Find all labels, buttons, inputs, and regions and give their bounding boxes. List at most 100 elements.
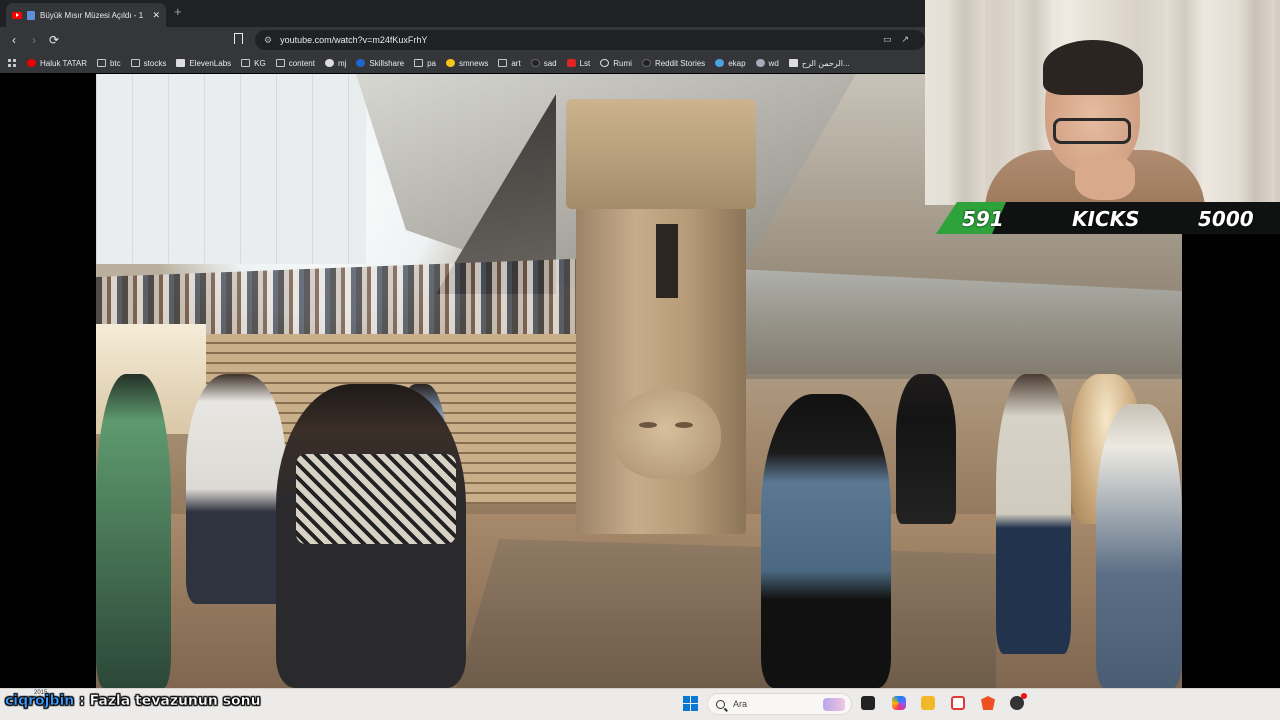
- apps-grid-icon: [8, 59, 17, 67]
- hathor-column-capital: [566, 99, 756, 209]
- new-tab-button[interactable]: +: [174, 4, 182, 19]
- reload-button[interactable]: ⟳: [44, 33, 64, 47]
- bookmark-item[interactable]: [8, 59, 17, 67]
- folder-icon: [96, 59, 106, 67]
- copilot-icon[interactable]: [892, 696, 906, 710]
- bird-icon: [715, 59, 725, 67]
- site-info-icon[interactable]: ⚙: [264, 35, 272, 46]
- github-icon: [324, 59, 334, 67]
- bookmark-item[interactable]: Rumi: [600, 59, 632, 68]
- bookmark-item[interactable]: smnews: [446, 59, 488, 68]
- bookmark-item[interactable]: Lst: [566, 58, 591, 68]
- bookmark-star-icon[interactable]: [234, 33, 243, 44]
- file-explorer-icon[interactable]: [921, 696, 935, 710]
- bookmark-item[interactable]: Skillshare: [356, 59, 404, 68]
- bookmark-label: Haluk TATAR: [40, 58, 87, 68]
- bookmark-item[interactable]: btc: [96, 58, 121, 68]
- bookmark-item[interactable]: wd: [755, 59, 779, 68]
- hathor-face: [611, 389, 721, 479]
- bookmark-label: pa: [427, 58, 436, 68]
- streamer-hand: [1075, 155, 1135, 200]
- visitor: [761, 394, 891, 688]
- folder-icon: [498, 59, 508, 67]
- bookmark-label: ElevenLabs: [189, 58, 232, 68]
- bookmark-label: Lst: [579, 58, 591, 68]
- youtube-icon: [27, 59, 36, 67]
- curtain-fold: [1235, 0, 1275, 205]
- forward-button[interactable]: ›: [24, 33, 44, 47]
- wd-icon: [755, 59, 765, 67]
- task-view-icon[interactable]: [861, 696, 875, 710]
- search-highlight-icon: [823, 698, 845, 711]
- smiley-icon: [446, 59, 455, 67]
- folder-icon: [130, 59, 140, 67]
- elevenlabs-icon: [176, 59, 186, 67]
- back-button[interactable]: ‹: [4, 33, 24, 47]
- bookmark-label: art: [511, 58, 521, 68]
- bookmark-label: Skillshare: [369, 58, 405, 68]
- youtube-icon: [12, 11, 22, 19]
- bookmark-label: sad: [543, 58, 557, 68]
- bookmark-item[interactable]: sad: [530, 58, 557, 68]
- slash-icon: [530, 59, 540, 67]
- obs-icon[interactable]: [1010, 693, 1027, 710]
- taskbar-search[interactable]: Ara: [707, 693, 852, 715]
- streamer-glasses: [1053, 118, 1131, 144]
- page-icon: [788, 59, 798, 67]
- globe-icon: [600, 59, 610, 67]
- folder-icon: [241, 59, 251, 67]
- column-niche: [656, 224, 678, 298]
- snipping-tool-icon[interactable]: [951, 696, 965, 710]
- visitor: [96, 374, 171, 688]
- video-pedestal: [456, 539, 996, 688]
- bookmark-label: content: [288, 58, 315, 68]
- windows-start-icon[interactable]: [683, 696, 698, 711]
- bookmark-item[interactable]: content: [275, 58, 315, 68]
- address-bar-actions[interactable]: ▭↗: [883, 34, 919, 45]
- bookmark-label: ekap: [728, 58, 746, 68]
- bookmark-label: smnews: [459, 58, 489, 68]
- bookmark-item[interactable]: KG: [241, 59, 266, 68]
- search-placeholder: Ara: [733, 699, 748, 709]
- visitor: [1096, 404, 1182, 688]
- bookmark-label: mj: [337, 58, 347, 68]
- chat-message: ciqrojbin : Fazla tevazunun sonu: [5, 693, 261, 709]
- tab-close-icon[interactable]: ✕: [152, 10, 160, 21]
- folder-icon: [414, 59, 424, 67]
- chat-username: ciqrojbin: [5, 693, 75, 709]
- bookmark-label: Rumi: [613, 58, 632, 68]
- tab-title: Büyük Mısır Müzesi Açıldı - 1: [40, 10, 144, 20]
- browser-tab-strip: Büyük Mısır Müzesi Açıldı - 1 ✕ +: [0, 0, 925, 27]
- search-icon: [716, 699, 725, 709]
- bookmark-item[interactable]: Reddit Stories: [641, 59, 705, 68]
- bookmarks-bar: Haluk TATAR btc stocks ElevenLabs KG content m…: [0, 53, 925, 73]
- kicks-counter: 591 KICKS 5000: [936, 202, 1280, 234]
- bookmark-item[interactable]: pa: [414, 59, 436, 68]
- address-bar[interactable]: ⚙ youtube.com/watch?v=m24fKuxFrhY ▭↗: [255, 30, 925, 50]
- tab-favicon-icon: [27, 10, 35, 20]
- bookmark-item[interactable]: stocks: [130, 58, 167, 68]
- curtain-fold: [945, 0, 985, 205]
- counter-current: 591: [962, 207, 1004, 231]
- bookmark-label: الرحمن الرح...: [801, 58, 850, 68]
- bookmark-label: stocks: [143, 58, 167, 68]
- bookmark-item[interactable]: ekap: [715, 58, 746, 68]
- bookmark-item[interactable]: art: [498, 58, 521, 68]
- webcam-overlay: [925, 0, 1280, 205]
- visitor-scarf: [296, 454, 456, 544]
- counter-goal: 5000: [1198, 207, 1254, 231]
- chat-separator: :: [74, 693, 90, 709]
- visitor: [896, 374, 956, 524]
- chat-text: Fazla tevazunun sonu: [89, 693, 261, 709]
- dark-circle-icon: [641, 59, 651, 67]
- bookmark-label: KG: [254, 58, 266, 68]
- streamer-hair: [1043, 40, 1143, 95]
- bookmark-label: btc: [109, 58, 121, 68]
- visitor: [996, 374, 1071, 654]
- bookmark-item[interactable]: ElevenLabs: [176, 59, 231, 68]
- browser-tab-active[interactable]: Büyük Mısır Müzesi Açıldı - 1 ✕: [6, 3, 166, 27]
- bookmark-item[interactable]: الرحمن الرح...: [788, 58, 850, 68]
- bookmark-item[interactable]: Haluk TATAR: [27, 59, 87, 68]
- url-text[interactable]: youtube.com/watch?v=m24fKuxFrhY: [280, 35, 427, 45]
- bookmark-item[interactable]: mj: [324, 58, 347, 68]
